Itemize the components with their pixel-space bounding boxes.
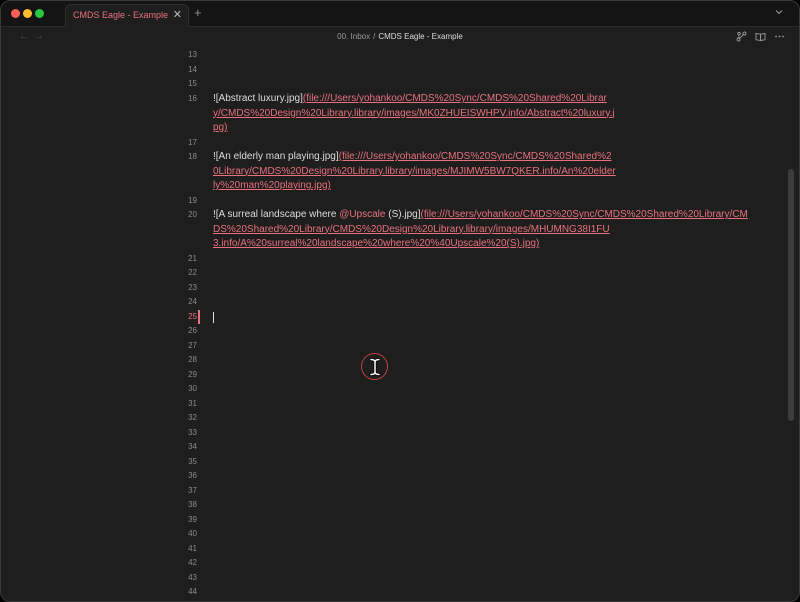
editor-line-wrap[interactable]: 0Library/CMDS%20Design%20Library.library… bbox=[213, 165, 616, 180]
line-number: 42 bbox=[188, 558, 197, 567]
line-number: 24 bbox=[188, 297, 197, 306]
editor-pane[interactable]: 13 14 15 16 17 18 19 20 21 22 23 24 25 2… bbox=[1, 48, 787, 601]
line-number: 35 bbox=[188, 457, 197, 466]
close-window-button[interactable] bbox=[11, 9, 20, 18]
line-number: 37 bbox=[188, 486, 197, 495]
image-link[interactable]: y/CMDS%20Design%20Library.library/images… bbox=[213, 108, 615, 119]
line-number: 36 bbox=[188, 471, 197, 480]
line-number: 39 bbox=[188, 515, 197, 524]
editor-line-wrap[interactable]: 3.info/A%20surreal%20landscape%20where%2… bbox=[213, 237, 613, 252]
line-number: 32 bbox=[188, 413, 197, 422]
image-alt-text: ![Abstract luxury.jpg] bbox=[213, 93, 303, 104]
minimize-window-button[interactable] bbox=[23, 9, 32, 18]
image-alt-text: ![A surreal landscape where bbox=[213, 209, 340, 220]
editor-line-image-embed[interactable]: ![A surreal landscape where @Upscale (S)… bbox=[213, 208, 748, 223]
line-number: 13 bbox=[188, 50, 197, 59]
text-cursor-icon bbox=[369, 357, 380, 376]
line-number: 18 bbox=[188, 152, 197, 161]
tab-close-button[interactable]: ✕ bbox=[173, 9, 182, 21]
text-caret bbox=[213, 312, 214, 323]
mouse-pointer bbox=[361, 353, 388, 380]
more-horizontal-icon[interactable] bbox=[774, 31, 785, 42]
image-link[interactable]: pg) bbox=[213, 122, 227, 133]
graph-icon[interactable] bbox=[736, 31, 747, 42]
image-link[interactable]: (file:///Users/yohankoo/CMDS%20Sync/CMDS… bbox=[303, 93, 607, 104]
image-alt-text: ![An elderly man playing.jpg] bbox=[213, 151, 339, 162]
editor-line-wrap[interactable]: ly%20man%20playing.jpg) bbox=[213, 179, 613, 194]
breadcrumb-folder[interactable]: 00. Inbox bbox=[337, 32, 370, 41]
new-tab-button[interactable]: + bbox=[194, 6, 202, 20]
line-number: 40 bbox=[188, 529, 197, 538]
line-number: 28 bbox=[188, 355, 197, 364]
line-number: 19 bbox=[188, 196, 197, 205]
line-number: 27 bbox=[188, 341, 197, 350]
line-number: 20 bbox=[188, 210, 197, 219]
view-actions bbox=[736, 31, 785, 42]
image-alt-text: (S).jpg] bbox=[385, 209, 421, 220]
line-number: 14 bbox=[188, 65, 197, 74]
line-number: 22 bbox=[188, 268, 197, 277]
breadcrumb: 00. Inbox / CMDS Eagle - Example bbox=[1, 32, 799, 41]
line-number: 26 bbox=[188, 326, 197, 335]
breadcrumb-separator: / bbox=[373, 32, 376, 41]
chevron-down-icon[interactable] bbox=[775, 8, 783, 16]
line-number: 43 bbox=[188, 573, 197, 582]
line-number: 21 bbox=[188, 254, 197, 263]
image-link[interactable]: ly%20man%20playing.jpg) bbox=[213, 180, 331, 191]
editor-line-image-embed[interactable]: ![An elderly man playing.jpg](file:///Us… bbox=[213, 150, 613, 165]
image-link[interactable]: (file:///Users/yohankoo/CMDS%20Sync/CMDS… bbox=[420, 209, 747, 220]
vertical-scrollbar[interactable] bbox=[788, 169, 794, 421]
image-link[interactable]: DS%20Shared%20Library/CMDS%20Design%20Li… bbox=[213, 224, 610, 235]
line-number: 23 bbox=[188, 283, 197, 292]
app-window: CMDS Eagle - Example ✕ + ← → 00. Inbox / C… bbox=[0, 0, 800, 602]
line-number: 29 bbox=[188, 370, 197, 379]
line-number: 15 bbox=[188, 79, 197, 88]
tab-active[interactable]: CMDS Eagle - Example ✕ bbox=[65, 4, 189, 27]
mention-tag[interactable]: @Upscale bbox=[339, 209, 385, 220]
line-number: 34 bbox=[188, 442, 197, 451]
active-line-indicator bbox=[198, 310, 200, 324]
line-number: 17 bbox=[188, 138, 197, 147]
line-number: 41 bbox=[188, 544, 197, 553]
line-number: 16 bbox=[188, 94, 197, 103]
editor-line-image-embed[interactable]: ![Abstract luxury.jpg](file:///Users/yoh… bbox=[213, 92, 613, 107]
zoom-window-button[interactable] bbox=[35, 9, 44, 18]
book-open-icon[interactable] bbox=[755, 31, 766, 42]
line-number: 38 bbox=[188, 500, 197, 509]
title-bar: CMDS Eagle - Example ✕ + bbox=[1, 1, 799, 27]
editor-line-wrap[interactable]: DS%20Shared%20Library/CMDS%20Design%20Li… bbox=[213, 223, 613, 238]
line-number: 33 bbox=[188, 428, 197, 437]
line-number: 44 bbox=[188, 587, 197, 596]
line-number: 31 bbox=[188, 399, 197, 408]
image-link[interactable]: (file:///Users/yohankoo/CMDS%20Sync/CMDS… bbox=[339, 151, 612, 162]
editor-line-wrap[interactable]: y/CMDS%20Design%20Library.library/images… bbox=[213, 107, 615, 122]
nav-header: ← → 00. Inbox / CMDS Eagle - Example bbox=[1, 27, 799, 48]
editor-line-wrap[interactable]: pg) bbox=[213, 121, 613, 136]
image-link[interactable]: 0Library/CMDS%20Design%20Library.library… bbox=[213, 166, 616, 177]
image-link[interactable]: 3.info/A%20surreal%20landscape%20where%2… bbox=[213, 238, 539, 249]
line-number-active: 25 bbox=[188, 312, 197, 321]
breadcrumb-current[interactable]: CMDS Eagle - Example bbox=[378, 32, 462, 41]
line-number: 30 bbox=[188, 384, 197, 393]
tab-title: CMDS Eagle - Example bbox=[73, 10, 169, 20]
